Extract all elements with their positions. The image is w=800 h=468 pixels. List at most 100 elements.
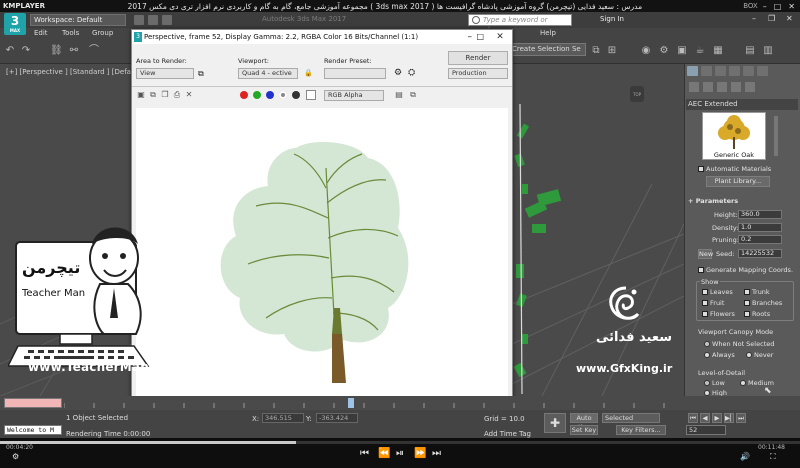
lock-icon[interactable]: 🔒: [304, 69, 313, 77]
goto-start-icon[interactable]: ⏮: [688, 413, 698, 423]
close-icon[interactable]: ✕: [788, 2, 795, 11]
player-play-pause-icon[interactable]: ⏯: [396, 448, 404, 459]
goto-end-icon[interactable]: ⏭: [736, 413, 746, 423]
save-image-icon[interactable]: ▣: [136, 90, 146, 100]
open-file-icon[interactable]: [148, 15, 158, 25]
render-icon[interactable]: ▦: [712, 45, 724, 57]
menu-help[interactable]: Help: [540, 29, 556, 37]
unlink-icon[interactable]: ⚯: [68, 45, 80, 57]
canopy-when-not-selected-radio[interactable]: When Not Selected: [704, 340, 774, 348]
rendered-image[interactable]: [136, 108, 508, 404]
selected-dropdown[interactable]: Selected: [602, 413, 660, 423]
seed-spinner[interactable]: 14225532: [738, 249, 782, 258]
render-setup-icon[interactable]: ⚙: [658, 45, 670, 57]
save-file-icon[interactable]: [162, 15, 172, 25]
viewport-dropdown[interactable]: Quad 4 - ective: [238, 68, 298, 79]
parameters-rollout[interactable]: + Parameters: [688, 197, 738, 205]
menu-edit[interactable]: Edit: [34, 29, 48, 37]
production-dropdown[interactable]: Production: [448, 68, 508, 79]
render-minimize-icon[interactable]: –: [468, 30, 473, 44]
height-spinner[interactable]: 360.0: [738, 210, 782, 219]
mirror-icon[interactable]: ⧉: [590, 45, 602, 57]
player-rewind-icon[interactable]: ⏪: [378, 448, 390, 459]
play-icon[interactable]: ▶: [712, 413, 722, 423]
max-minimize-icon[interactable]: –: [752, 14, 756, 23]
y-coordinate[interactable]: -363.424: [316, 413, 358, 423]
kmplayer-logo[interactable]: KMPLAYER: [0, 2, 52, 10]
red-channel-icon[interactable]: [240, 91, 248, 99]
render-button[interactable]: Render: [448, 51, 508, 65]
menu-tools[interactable]: Tools: [62, 29, 79, 37]
workspace-dropdown[interactable]: Workspace: Default: [30, 14, 126, 26]
show-leaves-checkbox[interactable]: Leaves: [702, 288, 733, 296]
redo-icon[interactable]: ↷: [20, 45, 32, 57]
blue-channel-icon[interactable]: [266, 91, 274, 99]
color-swatch-icon[interactable]: [306, 90, 316, 100]
canopy-never-radio[interactable]: Never: [746, 351, 773, 359]
render-setup-small-icon[interactable]: ⚙: [394, 68, 402, 78]
time-slider-thumb[interactable]: [348, 398, 354, 408]
player-settings-icon[interactable]: ⚙: [12, 452, 19, 461]
add-time-tag[interactable]: Add Time Tag: [484, 430, 531, 438]
set-key-button[interactable]: Set Key: [570, 425, 598, 435]
generate-mapping-checkbox[interactable]: Generate Mapping Coords.: [698, 266, 793, 274]
toolbar-icon-2[interactable]: ▥: [762, 45, 774, 57]
mini-listener[interactable]: [4, 398, 62, 408]
player-next-icon[interactable]: ⏭: [432, 448, 441, 459]
selection-set-dropdown[interactable]: Create Selection Se: [508, 43, 586, 56]
channel-dropdown[interactable]: RGB Alpha: [324, 90, 384, 101]
undo-icon[interactable]: ↶: [4, 45, 16, 57]
show-fruit-checkbox[interactable]: Fruit: [702, 299, 724, 307]
toggle-ui-icon[interactable]: ▤: [394, 90, 404, 100]
lod-low-radio[interactable]: Low: [704, 379, 725, 387]
sign-in-button[interactable]: Sign In: [600, 15, 624, 23]
auto-key-button[interactable]: Auto Key: [570, 413, 598, 431]
prev-frame-icon[interactable]: ◀: [700, 413, 710, 423]
player-forward-icon[interactable]: ⏩: [414, 448, 426, 459]
render-production-icon[interactable]: ☕: [694, 45, 706, 57]
green-channel-icon[interactable]: [253, 91, 261, 99]
new-seed-button[interactable]: New: [698, 249, 713, 259]
bind-icon[interactable]: ⌒: [88, 45, 100, 57]
edit-region-icon[interactable]: ⧉: [198, 69, 204, 79]
render-frame-icon[interactable]: ▣: [676, 45, 688, 57]
render-preset-dropdown[interactable]: [324, 68, 386, 79]
density-spinner[interactable]: 1.0: [738, 223, 782, 232]
pruning-spinner[interactable]: 0.2: [738, 235, 782, 244]
material-editor-icon[interactable]: ◉: [640, 45, 652, 57]
menu-group[interactable]: Group: [92, 29, 113, 37]
clone-window-icon[interactable]: ❐: [160, 90, 170, 100]
maximize-icon[interactable]: □: [774, 2, 782, 11]
search-input[interactable]: Type a keyword or phrase: [468, 14, 572, 34]
copy-image-icon[interactable]: ⧉: [148, 90, 158, 100]
alpha-channel-icon[interactable]: [279, 91, 287, 99]
set-key-mode-icon[interactable]: ✚: [544, 413, 566, 433]
current-frame-field[interactable]: 52: [686, 425, 726, 435]
x-coordinate[interactable]: 346.515: [262, 413, 304, 423]
area-to-render-dropdown[interactable]: View: [136, 68, 194, 79]
show-branches-checkbox[interactable]: Branches: [744, 299, 782, 307]
render-maximize-icon[interactable]: □: [476, 30, 484, 44]
toolbar-icon[interactable]: ▤: [744, 45, 756, 57]
show-roots-checkbox[interactable]: Roots: [744, 310, 770, 318]
automatic-materials-checkbox[interactable]: Automatic Materials: [698, 165, 771, 173]
player-fullscreen-icon[interactable]: ⛶: [770, 452, 776, 462]
clear-image-icon[interactable]: ✕: [184, 90, 194, 100]
link-icon[interactable]: ⛓: [50, 45, 63, 57]
environment-icon[interactable]: ⛭: [408, 68, 415, 78]
toggle-ui-overlay-icon[interactable]: ⧉: [408, 90, 418, 100]
max-logo-icon[interactable]: 3 MAX: [4, 13, 26, 35]
show-flowers-checkbox[interactable]: Flowers: [702, 310, 735, 318]
key-filters-button[interactable]: Key Filters...: [616, 425, 666, 435]
box-label[interactable]: BOX: [718, 2, 758, 10]
align-icon[interactable]: ⊞: [606, 45, 618, 57]
new-file-icon[interactable]: [134, 15, 144, 25]
monochrome-icon[interactable]: [292, 91, 300, 99]
show-trunk-checkbox[interactable]: Trunk: [744, 288, 770, 296]
next-frame-icon[interactable]: ▶▏: [724, 413, 735, 423]
canopy-always-radio[interactable]: Always: [704, 351, 735, 359]
render-close-icon[interactable]: ✕: [488, 30, 512, 44]
max-restore-icon[interactable]: ❐: [768, 14, 775, 23]
plant-library-button[interactable]: Plant Library...: [706, 176, 770, 187]
minimize-icon[interactable]: –: [763, 2, 767, 11]
